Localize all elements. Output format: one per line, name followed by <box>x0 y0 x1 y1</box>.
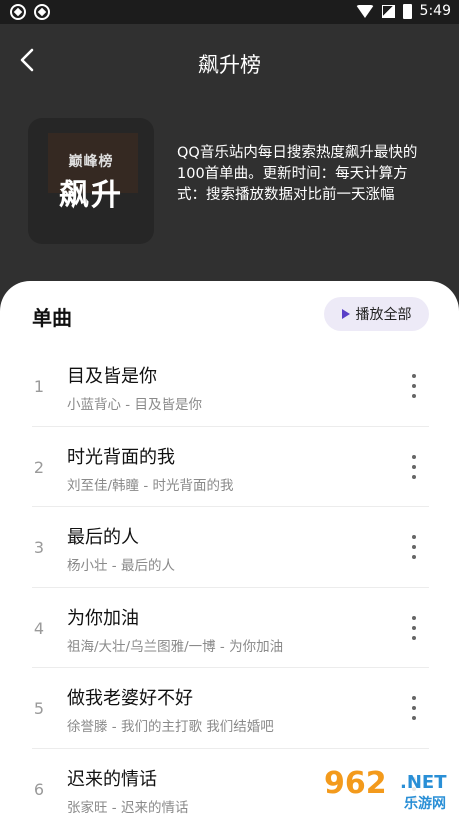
song-rank: 5 <box>33 699 45 718</box>
section-title: 单曲 <box>32 306 72 330</box>
cover-title-text: 飙升 <box>59 178 123 213</box>
song-meta: 刘至佳/韩瞳 - 时光背面的我 <box>67 477 234 494</box>
more-options-icon[interactable] <box>404 535 424 559</box>
songs-panel: 单曲 播放全部 1 目及皆是你 小蓝背心 - 目及皆是你 2 时光背面的我 刘至… <box>0 281 459 816</box>
play-all-button[interactable]: 播放全部 <box>324 297 429 331</box>
sync-icon <box>10 4 26 20</box>
cover-logo-text: 巅峰榜 <box>68 154 114 170</box>
status-bar: 5:49 <box>0 0 459 24</box>
status-time: 5:49 <box>419 3 451 19</box>
song-title: 最后的人 <box>67 527 139 548</box>
song-meta: 杨小壮 - 最后的人 <box>67 558 175 574</box>
song-title: 时光背面的我 <box>67 446 175 468</box>
song-list: 1 目及皆是你 小蓝背心 - 目及皆是你 2 时光背面的我 刘至佳/韩瞳 - 时… <box>0 346 459 816</box>
song-rank: 1 <box>33 377 45 396</box>
playlist-cover: 巅峰榜 飙升 <box>28 118 154 244</box>
song-title: 迟来的情话 <box>67 768 157 790</box>
song-title: 做我老婆好不好 <box>67 688 193 709</box>
status-bar-left <box>10 4 50 20</box>
play-all-label: 播放全部 <box>355 307 412 323</box>
song-meta: 徐誉滕 - 我们的主打歌 我们结婚吧 <box>67 719 274 735</box>
song-rank: 4 <box>33 618 45 638</box>
page-title: 飙升榜 <box>198 53 261 77</box>
playlist-description: QQ音乐站内每日搜索热度飙升最快的100首单曲。更新时间：每天计算方式：搜索播放… <box>177 145 418 203</box>
song-row[interactable]: 1 目及皆是你 小蓝背心 - 目及皆是你 <box>0 346 459 427</box>
more-options-icon[interactable] <box>404 615 424 640</box>
song-meta: 张家旺 - 迟来的情话 <box>67 799 189 816</box>
wifi-icon <box>355 4 374 18</box>
song-rank: 3 <box>33 538 45 557</box>
battery-icon <box>402 3 412 19</box>
song-title: 为你加油 <box>67 607 139 629</box>
watermark-site: 乐游网 <box>404 796 446 812</box>
song-title: 目及皆是你 <box>67 366 157 387</box>
song-meta: 祖海/大壮/乌兰图雅/一博 - 为你加油 <box>67 638 284 655</box>
top-bar: 飙升榜 <box>0 24 459 98</box>
song-row[interactable]: 3 最后的人 杨小壮 - 最后的人 <box>0 507 459 588</box>
song-rank: 6 <box>33 779 45 799</box>
song-rank: 2 <box>33 457 45 477</box>
watermark-number: 962 <box>324 766 387 801</box>
sync-icon <box>34 4 50 20</box>
song-meta: 小蓝背心 - 目及皆是你 <box>67 397 202 413</box>
song-row[interactable]: 4 为你加油 祖海/大壮/乌兰图雅/一博 - 为你加油 <box>0 588 459 669</box>
more-options-icon[interactable] <box>404 696 424 720</box>
play-icon <box>341 309 350 319</box>
status-bar-right: 5:49 <box>355 3 451 19</box>
watermark-suffix: .NET <box>400 772 447 793</box>
site-watermark: 962 .NET 乐游网 <box>318 766 454 812</box>
more-options-icon[interactable] <box>404 374 424 398</box>
more-options-icon[interactable] <box>404 454 424 479</box>
signal-icon <box>381 4 395 18</box>
song-row[interactable]: 2 时光背面的我 刘至佳/韩瞳 - 时光背面的我 <box>0 427 459 508</box>
song-row[interactable]: 5 做我老婆好不好 徐誉滕 - 我们的主打歌 我们结婚吧 <box>0 668 459 749</box>
